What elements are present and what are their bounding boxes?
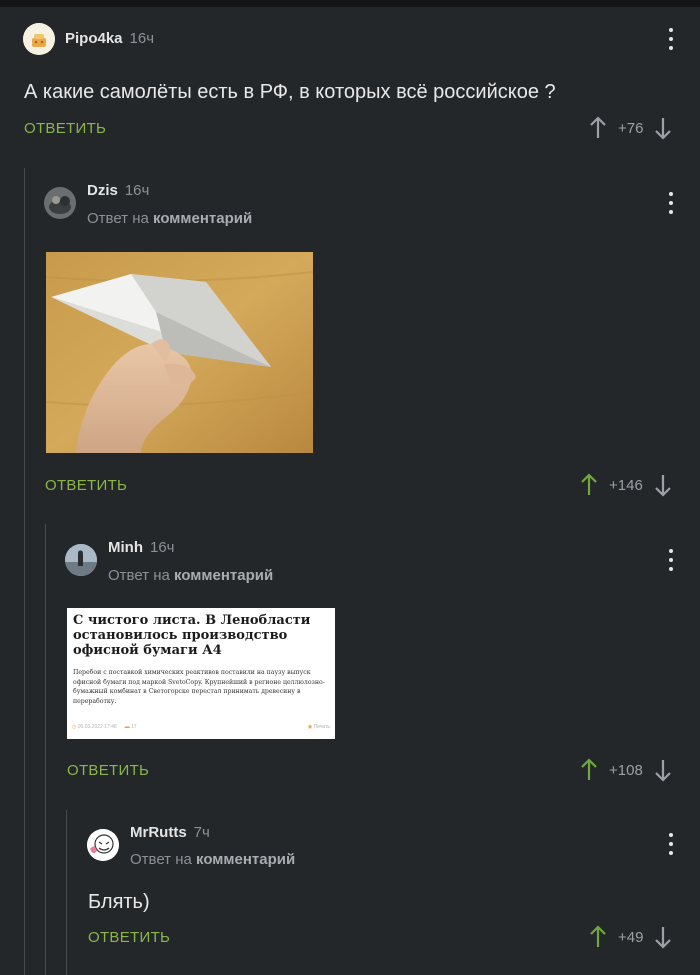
rating-block: +49 xyxy=(589,925,672,949)
author-name[interactable]: MrRutts xyxy=(130,824,187,841)
rating-score: +49 xyxy=(618,928,644,946)
reply-prefix: Ответ на xyxy=(130,851,192,868)
comment-mrrutts: MrRutts 7ч Ответ на комментарий Блять) ОТ… xyxy=(0,0,700,975)
avatar[interactable] xyxy=(87,829,119,861)
reply-to-link[interactable]: Ответ на комментарий xyxy=(130,851,295,868)
comment-text: Блять) xyxy=(88,891,150,913)
downvote-arrow-icon[interactable] xyxy=(654,925,672,949)
comment-author[interactable]: MrRutts 7ч xyxy=(130,824,210,841)
reply-button[interactable]: ОТВЕТИТЬ xyxy=(88,929,170,946)
reply-target[interactable]: комментарий xyxy=(196,851,295,868)
more-options-icon[interactable] xyxy=(668,833,674,855)
upvote-arrow-icon[interactable] xyxy=(589,925,607,949)
avatar-image xyxy=(87,829,119,861)
comment-time: 7ч xyxy=(193,824,210,841)
